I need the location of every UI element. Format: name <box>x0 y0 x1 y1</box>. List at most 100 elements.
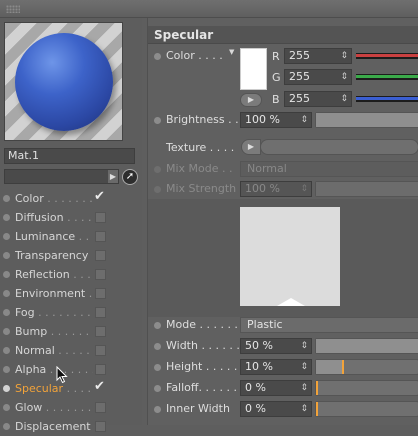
innerwidth-label: Inner Width <box>166 402 230 415</box>
innerwidth-value: 0 % <box>245 402 266 415</box>
channel-environment[interactable]: Environment . . . . . . . . . . . . . . <box>3 284 113 303</box>
r-slider[interactable] <box>356 53 418 59</box>
slider-handle[interactable] <box>316 381 318 395</box>
slider-handle[interactable] <box>316 402 318 416</box>
height-animate-dot[interactable] <box>154 364 161 371</box>
spinner-icon[interactable]: ⇕ <box>300 182 308 196</box>
innerwidth-slider[interactable] <box>315 401 418 417</box>
falloff-animate-dot[interactable] <box>154 385 161 392</box>
mode-animate-dot[interactable] <box>154 322 161 329</box>
falloff-value: 0 % <box>245 381 266 394</box>
height-label: Height . . . . . <box>166 360 238 373</box>
mixstrength-slider[interactable] <box>315 181 418 197</box>
slider-handle[interactable] <box>342 360 344 374</box>
channel-dot-icon <box>3 385 10 392</box>
height-slider[interactable] <box>315 359 418 375</box>
material-preview[interactable] <box>4 22 123 141</box>
grip-icon[interactable] <box>6 5 20 13</box>
height-field[interactable]: 10 % ⇕ <box>240 359 312 375</box>
width-animate-dot[interactable] <box>154 343 161 350</box>
g-label: G <box>272 71 281 84</box>
channel-dot-icon <box>3 309 10 316</box>
channel-normal[interactable]: Normal . . . . . . . . . . . . . . <box>3 341 113 360</box>
mixmode-animate-dot[interactable] <box>154 166 161 173</box>
channel-luminance[interactable]: Luminance . . . . . . . . . . . . . . <box>3 227 113 246</box>
channel-checkbox[interactable] <box>95 402 106 413</box>
brightness-field[interactable]: 100 % ⇕ <box>240 112 312 128</box>
channel-checkbox[interactable] <box>95 364 106 375</box>
mixstrength-animate-dot[interactable] <box>154 186 161 193</box>
width-field[interactable]: 50 % ⇕ <box>240 338 312 354</box>
g-value-field[interactable]: 255 ⇕ <box>284 69 352 85</box>
spinner-icon[interactable]: ⇕ <box>300 113 308 127</box>
material-search-field[interactable] <box>4 169 119 184</box>
spinner-icon[interactable]: ⇕ <box>340 92 348 106</box>
spinner-icon[interactable]: ⇕ <box>300 339 308 353</box>
color-picker-button[interactable]: ▶ <box>240 93 262 107</box>
mouse-cursor-icon <box>56 366 68 384</box>
material-channel-panel: Mat.1 ▶ ➚ Color . . . . . . . . . . . . … <box>0 18 142 433</box>
checkmark-icon[interactable]: ✔ <box>94 379 105 394</box>
spinner-icon[interactable]: ⇕ <box>340 70 348 84</box>
b-slider[interactable] <box>356 96 418 102</box>
channel-label: Reflection . . . . . . . . . . . . . . <box>15 268 93 281</box>
channel-bump[interactable]: Bump . . . . . . . . . . . . . . <box>3 322 113 341</box>
material-name[interactable]: Mat.1 <box>4 148 135 164</box>
specular-peak <box>277 298 305 306</box>
innerwidth-animate-dot[interactable] <box>154 406 161 413</box>
channel-fog[interactable]: Fog . . . . . . . . . . . . . . <box>3 303 113 322</box>
swatch-dropdown-icon[interactable]: ▼ <box>229 48 234 56</box>
r-value-field[interactable]: 255 ⇕ <box>284 48 352 64</box>
channel-label: Diffusion . . . . . . . . . . . . . . <box>15 211 93 224</box>
pointer-icon[interactable]: ➚ <box>122 169 138 185</box>
channel-checkbox[interactable] <box>95 231 106 242</box>
texture-menu-button[interactable]: ▶ <box>241 139 261 155</box>
channel-checkbox[interactable] <box>95 421 106 432</box>
channel-checkbox[interactable] <box>95 307 106 318</box>
brightness-value: 100 % <box>245 113 280 126</box>
spinner-icon[interactable]: ⇕ <box>300 360 308 374</box>
width-value: 50 % <box>245 339 273 352</box>
channel-displacement[interactable]: Displacement . . . . . . . . . . . . . . <box>3 417 113 436</box>
innerwidth-field[interactable]: 0 % ⇕ <box>240 401 312 417</box>
channel-diffusion[interactable]: Diffusion . . . . . . . . . . . . . . <box>3 208 113 227</box>
spinner-icon[interactable]: ⇕ <box>340 49 348 63</box>
mixmode-dropdown[interactable]: Normal <box>240 161 418 177</box>
channel-checkbox[interactable] <box>95 326 106 337</box>
channel-checkbox[interactable] <box>95 345 106 356</box>
falloff-field[interactable]: 0 % ⇕ <box>240 380 312 396</box>
width-label: Width . . . . . . <box>166 339 240 352</box>
brightness-slider[interactable] <box>315 112 418 128</box>
channel-dot-icon <box>3 271 10 278</box>
mixstrength-field[interactable]: 100 % ⇕ <box>240 181 312 197</box>
play-arrow-icon[interactable]: ▶ <box>108 170 118 183</box>
texture-slot[interactable] <box>260 139 418 155</box>
checkmark-icon[interactable]: ✔ <box>94 189 105 204</box>
b-value-field[interactable]: 255 ⇕ <box>284 91 352 107</box>
channel-checkbox[interactable] <box>95 212 106 223</box>
brightness-animate-dot[interactable] <box>154 117 161 124</box>
channel-dot-icon <box>3 404 10 411</box>
falloff-slider[interactable] <box>315 380 418 396</box>
spinner-icon[interactable]: ⇕ <box>300 381 308 395</box>
color-swatch[interactable] <box>240 48 267 90</box>
mixmode-label: Mix Mode . . <box>166 162 233 175</box>
channel-reflection[interactable]: Reflection . . . . . . . . . . . . . . <box>3 265 113 284</box>
channel-checkbox[interactable] <box>95 269 106 280</box>
channel-dot-icon <box>3 290 10 297</box>
channel-glow[interactable]: Glow . . . . . . . . . . . . . . <box>3 398 113 417</box>
channel-checkbox[interactable] <box>95 288 106 299</box>
channel-color[interactable]: Color . . . . . . . . . . . . . .✔ <box>3 189 113 208</box>
channel-checkbox[interactable] <box>95 250 106 261</box>
mode-dropdown[interactable]: Plastic <box>240 317 418 333</box>
width-slider[interactable] <box>315 338 418 354</box>
g-slider[interactable] <box>356 74 418 80</box>
channel-dot-icon <box>3 214 10 221</box>
channel-label: Specular . . . . . . . . . . . . . . <box>15 382 93 395</box>
channel-dot-icon <box>3 328 10 335</box>
channel-transparency[interactable]: Transparency . . . . . . . . . . . . . . <box>3 246 113 265</box>
color-animate-dot[interactable] <box>154 53 161 60</box>
channel-label: Fog . . . . . . . . . . . . . . <box>15 306 93 319</box>
spinner-icon[interactable]: ⇕ <box>300 402 308 416</box>
brightness-label: Brightness . . <box>166 113 239 126</box>
